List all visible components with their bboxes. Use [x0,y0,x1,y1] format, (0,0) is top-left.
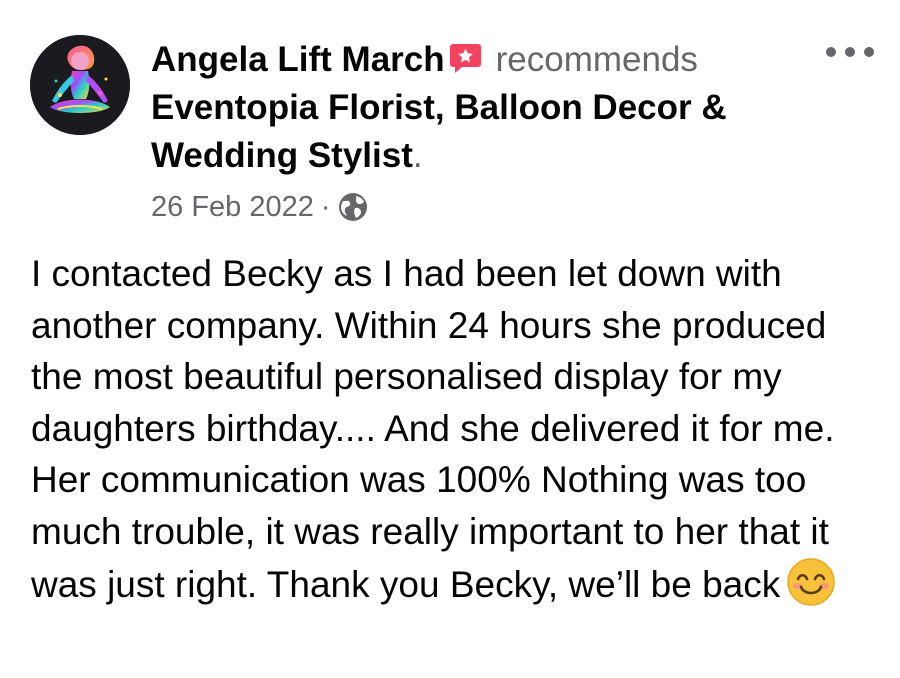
smiling-face-emoji [787,558,835,606]
more-options-button[interactable] [826,40,874,64]
recommend-star-icon [449,44,481,73]
post-body-text: I contacted Becky as I had been let down… [31,253,835,605]
avatar[interactable] [30,35,130,135]
meta-separator: · [320,190,331,223]
more-dot [826,47,836,57]
post-header: Angela Lift March recommends Eventopia Flo… [151,36,831,180]
post-date[interactable]: 26 Feb 2022 [151,191,314,224]
globe-icon[interactable] [338,192,368,222]
post-body: I contacted Becky as I had been let down… [31,248,861,611]
more-dot [864,47,874,57]
more-dot [845,47,855,57]
page-name-link[interactable]: Eventopia Florist, Balloon Decor & Weddi… [151,88,727,175]
recommends-text: recommends [495,40,698,79]
recommendation-post: Angela Lift March recommends Eventopia Flo… [0,0,900,678]
page-name-period: . [412,136,423,175]
post-meta: 26 Feb 2022 · [151,187,368,227]
author-name[interactable]: Angela Lift March [151,40,445,79]
